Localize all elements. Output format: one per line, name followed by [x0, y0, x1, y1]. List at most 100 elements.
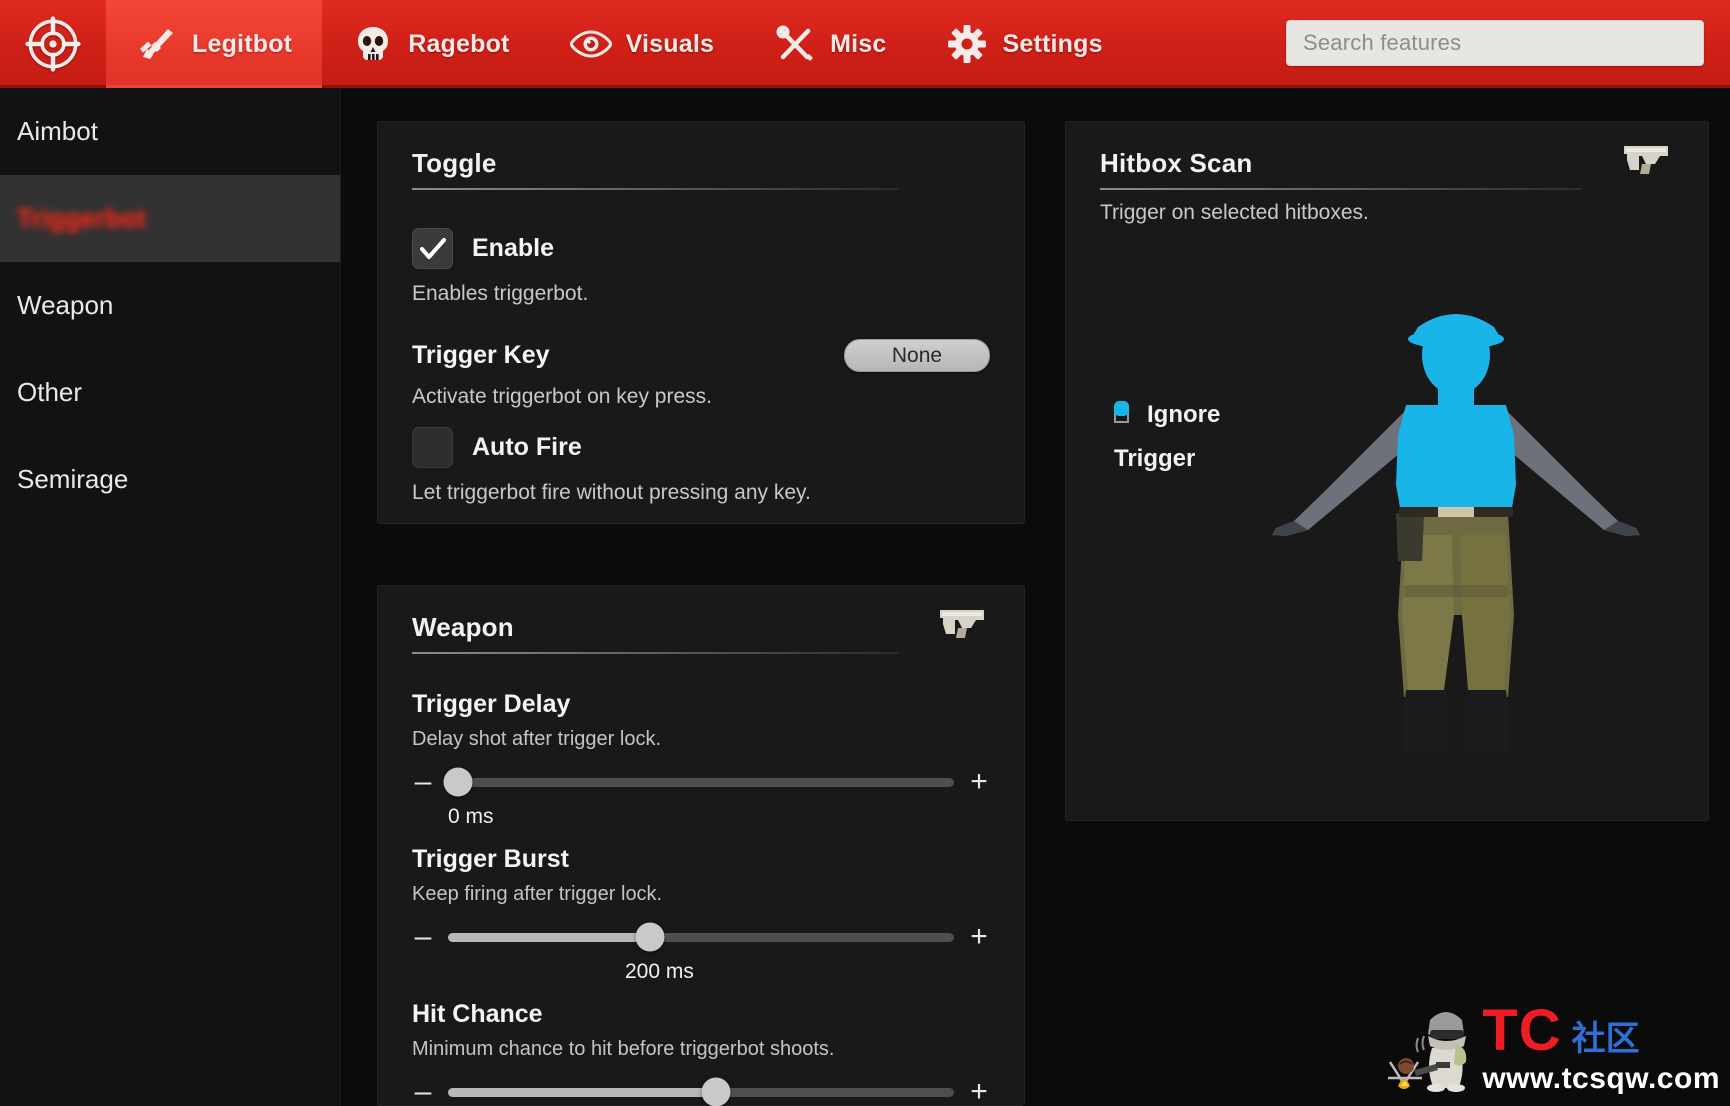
sidebar: Aimbot Triggerbot Weapon Other Semirage [0, 88, 341, 1106]
slider-knob[interactable] [701, 1077, 731, 1106]
watermark-brand-row: TC 社区 [1482, 1002, 1720, 1060]
search-placeholder: Search features [1303, 29, 1462, 55]
increment-button[interactable]: + [968, 767, 990, 797]
panel-title: Toggle [412, 148, 497, 178]
legend-item-ignore[interactable]: Ignore [1114, 401, 1220, 429]
decrement-button[interactable]: – [412, 1077, 434, 1106]
toggle-panel-header: Toggle [378, 122, 1024, 190]
hit-chance-slider-row: – + [412, 1077, 990, 1106]
control-description: Delay shot after trigger lock. [412, 728, 661, 750]
skull-icon [352, 25, 394, 63]
slider-value: 200 ms [625, 960, 694, 983]
crosshair-logo-icon [25, 16, 81, 72]
slider-value: 0 ms [448, 805, 494, 828]
tools-icon [774, 25, 816, 63]
slider-track[interactable] [448, 1077, 954, 1106]
app-logo[interactable] [0, 0, 106, 88]
weapon-panel: Weapon Trigger Delay Delay shot after tr… [377, 585, 1025, 1106]
auto-fire-description: Let triggerbot fire without pressing any… [412, 481, 811, 504]
trigger-delay-slider-row: – + [412, 767, 990, 797]
slider-knob[interactable] [635, 922, 665, 952]
sidebar-item-label: Semirage [17, 464, 129, 494]
decrement-button[interactable]: – [412, 922, 434, 952]
sidebar-item-weapon[interactable]: Weapon [0, 262, 340, 349]
tab-settings[interactable]: Settings [916, 0, 1132, 88]
content-area: Toggle Enable Enables triggerbot. Trigge… [341, 88, 1730, 1106]
legend-label: Ignore [1147, 401, 1221, 428]
tab-label: Visuals [625, 29, 715, 58]
hitbox-preview-stage: Ignore Trigger [1066, 225, 1708, 785]
panel-divider [1100, 188, 1583, 190]
control-label: Trigger Burst [412, 845, 569, 873]
auto-fire-row: Auto Fire [412, 427, 990, 468]
top-navigation-bar: Legitbot Ragebot Visuals Misc Settings S… [0, 0, 1730, 88]
panel-divider [412, 652, 898, 654]
panel-title: Weapon [412, 612, 514, 642]
panel-title: Hitbox Scan [1100, 148, 1253, 178]
auto-fire-label: Auto Fire [472, 433, 582, 461]
tab-label: Misc [830, 29, 887, 58]
slider-knob[interactable] [443, 767, 473, 797]
weapon-panel-body: Trigger Delay Delay shot after trigger l… [378, 654, 1024, 1106]
sidebar-item-aimbot[interactable]: Aimbot [0, 88, 340, 175]
legend-label: Trigger [1114, 445, 1196, 472]
slider-track[interactable] [448, 922, 954, 952]
trigger-key-description: Activate triggerbot on key press. [412, 385, 712, 408]
tab-list: Legitbot Ragebot Visuals Misc Settings [106, 0, 1133, 88]
sidebar-item-label: Aimbot [17, 116, 98, 146]
pistol-icon [1620, 140, 1682, 180]
search-area: Search features [1133, 0, 1730, 85]
enable-label: Enable [472, 234, 554, 262]
watermark-text: TC 社区 www.tcsqw.com [1482, 1002, 1720, 1094]
sidebar-item-other[interactable]: Other [0, 349, 340, 436]
decrement-button[interactable]: – [412, 767, 434, 797]
tab-misc[interactable]: Misc [744, 0, 916, 88]
sidebar-item-triggerbot[interactable]: Triggerbot [0, 175, 340, 262]
control-trigger-burst: Trigger Burst Keep firing after trigger … [412, 845, 990, 984]
toggle-panel: Toggle Enable Enables triggerbot. Trigge… [377, 121, 1025, 524]
sidebar-item-label: Triggerbot [17, 203, 146, 233]
auto-fire-checkbox[interactable] [412, 427, 453, 468]
tab-visuals[interactable]: Visuals [540, 0, 745, 88]
trigger-key-label: Trigger Key [412, 341, 550, 369]
enable-row: Enable [412, 228, 990, 269]
search-input[interactable]: Search features [1286, 19, 1704, 66]
trigger-key-row: Trigger Key None [412, 339, 990, 372]
filled-square-icon [1114, 401, 1129, 416]
increment-button[interactable]: + [968, 922, 990, 952]
hitbox-legend: Ignore Trigger [1114, 401, 1220, 489]
watermark-cn-label: 社区 [1571, 1019, 1640, 1059]
tab-ragebot[interactable]: Ragebot [322, 0, 539, 88]
control-description: Keep firing after trigger lock. [412, 883, 663, 905]
player-model-preview[interactable] [1256, 285, 1656, 785]
slider-fill [448, 1087, 717, 1097]
slider-track[interactable] [443, 767, 954, 797]
sidebar-item-semirage[interactable]: Semirage [0, 436, 340, 523]
sidebar-item-label: Other [17, 377, 83, 407]
tab-label: Ragebot [408, 29, 510, 58]
control-label: Hit Chance [412, 1000, 543, 1028]
control-trigger-delay: Trigger Delay Delay shot after trigger l… [412, 690, 990, 829]
trigger-key-button[interactable]: None [844, 339, 990, 372]
rifle-icon [136, 25, 178, 63]
tab-label: Legitbot [192, 29, 293, 58]
watermark-brand: TC [1482, 998, 1562, 1063]
enable-checkbox[interactable] [412, 228, 453, 269]
pubg-mascot-icon [1388, 1012, 1467, 1092]
trigger-key-value: None [891, 343, 943, 367]
legend-item-trigger[interactable]: Trigger [1114, 401, 1220, 473]
sidebar-item-label: Weapon [17, 290, 114, 320]
toggle-panel-body: Enable Enables triggerbot. Trigger Key N… [378, 190, 1024, 505]
watermark-url: www.tcsqw.com [1482, 1062, 1720, 1095]
cheat-menu-window: Legitbot Ragebot Visuals Misc Settings S… [0, 0, 1730, 1106]
hitbox-panel-header: Hitbox Scan Trigger on selected hitboxes… [1066, 122, 1708, 225]
control-hit-chance: Hit Chance Minimum chance to hit before … [412, 1000, 990, 1106]
weapon-panel-header: Weapon [378, 586, 1024, 654]
slider-fill [448, 932, 651, 942]
increment-button[interactable]: + [968, 1077, 990, 1106]
trigger-burst-slider-row: – + [412, 922, 990, 952]
control-label: Trigger Delay [412, 690, 571, 718]
tab-legitbot[interactable]: Legitbot [106, 0, 323, 88]
hitbox-scan-panel: Hitbox Scan Trigger on selected hitboxes… [1065, 121, 1709, 821]
pistol-icon [936, 604, 998, 644]
